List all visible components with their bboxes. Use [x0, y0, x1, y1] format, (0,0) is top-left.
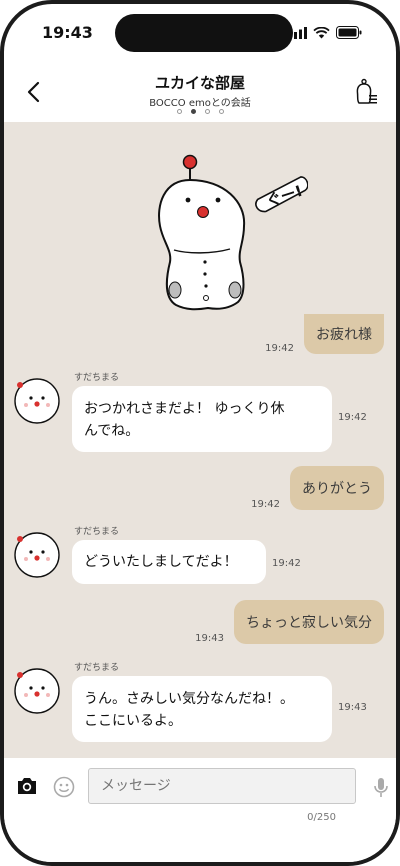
device-frame: 19:43 ユカイな部屋 BOCCO emoとの会話 ぐー! 19:42 お疲れ… [0, 0, 400, 866]
message-bubble[interactable]: お疲れ様 [304, 314, 384, 354]
message-incoming: すだちまる どういたしましてだよ！ 19:42 [14, 524, 394, 590]
sender-name: すだちまる [74, 373, 120, 383]
message-composer: 0/250 [4, 758, 396, 862]
message-time: 19:42 [272, 558, 301, 569]
message-bubble[interactable]: おつかれさまだよ！ ゆっくり休 んでね。 [72, 386, 332, 452]
message-bubble[interactable]: どういたしましてだよ！ [72, 540, 266, 584]
chat-area[interactable]: ぐー! 19:42 お疲れ様 すだちまる おつかれさまだよ！ ゆっくり休 んでね… [4, 122, 396, 758]
message-incoming: すだちまる おつかれさまだよ！ ゆっくり休 んでね。 19:42 [14, 370, 394, 454]
signal-icon [289, 26, 307, 39]
sender-name: すだちまる [74, 663, 120, 673]
status-icons [289, 26, 362, 39]
page-dot-active[interactable] [190, 109, 196, 114]
message-text-line: んでね。 [84, 423, 140, 439]
bocco-robot-sticker: ぐー! [158, 154, 308, 311]
message-input[interactable] [88, 768, 356, 804]
message-outgoing: 19:43 ちょっと寂しい気分 [195, 600, 384, 644]
room-title: ユカイな部屋 [154, 74, 245, 92]
microphone-icon[interactable] [372, 776, 390, 800]
page-dot[interactable] [176, 109, 182, 114]
message-time: 19:42 [251, 499, 280, 510]
status-time: 19:43 [42, 23, 93, 42]
message-outgoing: 19:42 ありがとう [251, 466, 384, 510]
message-time: 19:43 [195, 633, 224, 644]
message-time: 19:42 [338, 412, 367, 423]
wifi-icon [313, 26, 330, 38]
page-dot[interactable] [204, 109, 210, 114]
message-text-line: おつかれさまだよ！ ゆっくり休 [84, 401, 285, 417]
dynamic-island [115, 14, 293, 52]
message-bubble[interactable]: ちょっと寂しい気分 [234, 600, 384, 644]
chat-header: ユカイな部屋 BOCCO emoとの会話 [4, 60, 396, 122]
status-bar: 19:43 [4, 4, 396, 60]
message-outgoing: 19:42 お疲れ様 [265, 314, 384, 354]
page-dot[interactable] [218, 109, 224, 114]
message-text-line: どういたしましてだよ！ [84, 554, 238, 570]
battery-icon [336, 26, 362, 39]
avatar[interactable] [14, 668, 60, 714]
message-text-line: うん。さみしい気分なんだね！。 [84, 691, 294, 707]
message-bubble[interactable]: うん。さみしい気分なんだね！。 ここにいるよ。 [72, 676, 332, 742]
message-time: 19:43 [338, 702, 367, 713]
avatar[interactable] [14, 532, 60, 578]
camera-icon[interactable] [16, 776, 38, 796]
avatar[interactable] [14, 378, 60, 424]
phone: 19:43 ユカイな部屋 BOCCO emoとの会話 ぐー! 19:42 お疲れ… [0, 0, 400, 866]
message-time: 19:42 [265, 343, 294, 354]
page-indicator [4, 109, 396, 114]
emoji-icon[interactable] [53, 776, 75, 798]
message-text-line: ここにいるよ。 [84, 713, 182, 729]
room-subtitle: BOCCO emoとの会話 [149, 98, 251, 109]
message-incoming: すだちまる うん。さみしい気分なんだね！。 ここにいるよ。 19:43 [14, 660, 394, 744]
sticker-caption: ぐー! [264, 182, 305, 211]
message-bubble[interactable]: ありがとう [290, 466, 384, 510]
robot-menu-icon[interactable] [354, 78, 378, 106]
sender-name: すだちまる [74, 527, 120, 537]
character-counter: 0/250 [307, 812, 336, 823]
